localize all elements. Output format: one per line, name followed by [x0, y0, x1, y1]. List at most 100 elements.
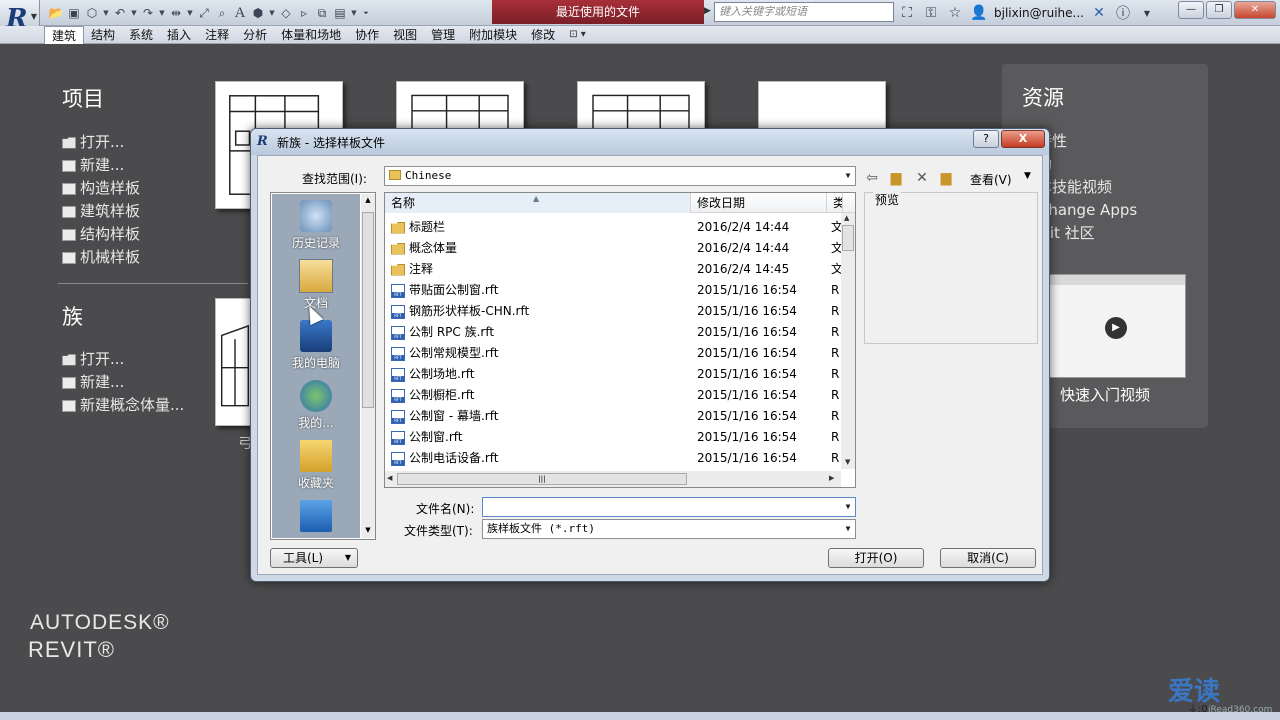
file-list-row[interactable]: 公制 RPC 族.rft 2015/1/16 16:54 R	[385, 322, 843, 343]
3d-view-icon[interactable]: ⬢	[250, 5, 266, 21]
mechanical-template-link[interactable]: 机械样板	[62, 246, 140, 269]
recent-project-thumbnail[interactable]	[396, 81, 524, 135]
switch-windows-icon[interactable]: ▤	[332, 5, 348, 21]
tab-insert[interactable]: 插入	[160, 26, 198, 44]
file-list-row[interactable]: 注释 2016/2/4 14:45 文	[385, 259, 843, 280]
scroll-right-icon[interactable]: ▶	[829, 474, 834, 482]
redo-icon[interactable]: ↷	[140, 5, 156, 21]
views-menu[interactable]: 查看(V)	[970, 171, 1012, 188]
chevron-down-icon[interactable]: ▼	[841, 520, 855, 538]
file-list-row[interactable]: 公制窗 - 幕墙.rft 2015/1/16 16:54 R	[385, 406, 843, 427]
construction-template-link[interactable]: 构造样板	[62, 177, 140, 200]
ribbon-minimize-icon[interactable]: ⊡ ▾	[562, 26, 593, 44]
place-desktop[interactable]	[272, 494, 360, 538]
new-conceptual-mass-link[interactable]: 新建概念体量...	[62, 394, 184, 417]
chevron-down-icon[interactable]: ▼	[1138, 9, 1156, 18]
structural-template-link[interactable]: 结构样板	[62, 223, 140, 246]
delete-icon[interactable]: ✕	[912, 168, 932, 188]
chevron-down-icon[interactable]: ▼	[130, 5, 138, 21]
user-name[interactable]: bjlixin@ruihe...	[994, 6, 1084, 20]
chevron-down-icon[interactable]: ▼	[350, 5, 358, 21]
filetype-dropdown[interactable]: 族样板文件 (*.rft) ▼	[482, 519, 856, 539]
back-icon[interactable]: ⇦	[862, 168, 882, 188]
binoculars-icon[interactable]: ⛶	[898, 5, 916, 21]
filename-input[interactable]: ▼	[482, 497, 856, 517]
scroll-left-icon[interactable]: ◀	[387, 474, 392, 482]
measure-icon[interactable]: ⇹	[168, 5, 184, 21]
column-header-date[interactable]: 修改日期	[691, 193, 827, 213]
text-icon[interactable]: A	[232, 5, 248, 21]
key-icon[interactable]: ⚿	[922, 5, 940, 21]
places-scrollbar[interactable]: ▲ ▼	[361, 194, 375, 538]
filter-icon[interactable]: ⏚:0	[1188, 700, 1208, 715]
tab-annotate[interactable]: 注释	[198, 26, 236, 44]
detail-icon[interactable]: ▹	[296, 5, 312, 21]
file-list-row[interactable]: 公制窗.rft 2015/1/16 16:54 R	[385, 427, 843, 448]
help-icon[interactable]: ⓘ	[1114, 3, 1132, 23]
save-icon[interactable]: ▣	[66, 5, 82, 21]
chevron-down-icon[interactable]: ▼	[186, 5, 194, 21]
family-new-link[interactable]: 新建...	[62, 371, 184, 394]
scrollbar-thumb[interactable]: |||	[397, 473, 687, 485]
cancel-button[interactable]: 取消(C)	[940, 548, 1036, 568]
minimize-button[interactable]: —	[1178, 1, 1204, 19]
tools-button[interactable]: 工具(L) ▼	[270, 548, 358, 568]
look-in-dropdown[interactable]: Chinese ▼	[384, 166, 856, 186]
chevron-down-icon[interactable]: ▼	[158, 5, 166, 21]
open-icon[interactable]: 📂	[48, 5, 64, 21]
sync-icon[interactable]: ⬡	[84, 5, 100, 21]
chevron-down-icon[interactable]: ▼	[268, 5, 276, 21]
chevron-down-icon[interactable]: ▼	[841, 167, 855, 185]
tab-addins[interactable]: 附加模块	[462, 26, 524, 44]
chevron-down-icon[interactable]: ▼	[102, 5, 110, 21]
file-list-vertical-scrollbar[interactable]: ▲	[841, 213, 855, 469]
column-header-name[interactable]: 名称 ▲	[385, 193, 691, 213]
getting-started-video-label[interactable]: 快速入门视频	[1060, 384, 1150, 405]
family-open-link[interactable]: 打开...	[62, 348, 184, 371]
file-list-row[interactable]: 公制场地.rft 2015/1/16 16:54 R	[385, 364, 843, 385]
file-list-horizontal-scrollbar[interactable]: ◀ ||| ▶	[385, 471, 841, 487]
tab-massing-site[interactable]: 体量和场地	[274, 26, 348, 44]
file-list-row[interactable]: 公制橱柜.rft 2015/1/16 16:54 R	[385, 385, 843, 406]
tab-systems[interactable]: 系统	[122, 26, 160, 44]
close-button[interactable]: ✕	[1234, 1, 1276, 19]
tab-manage[interactable]: 管理	[424, 26, 462, 44]
customize-qat-icon[interactable]: ⏷	[360, 5, 372, 21]
tab-analyze[interactable]: 分析	[236, 26, 274, 44]
scroll-down-icon[interactable]: ▼	[361, 526, 375, 534]
file-list-row[interactable]: 公制常规模型.rft 2015/1/16 16:54 R	[385, 343, 843, 364]
place-history[interactable]: 历史记录	[272, 194, 360, 254]
recent-family-thumbnail[interactable]	[215, 298, 255, 426]
file-list-row[interactable]: 概念体量 2016/2/4 14:44 文	[385, 238, 843, 259]
views-dropdown-icon[interactable]: ▼	[1024, 171, 1031, 181]
scroll-up-icon[interactable]: ▲	[844, 214, 849, 222]
recent-project-thumbnail[interactable]	[577, 81, 705, 135]
file-list-row[interactable]: 钢筋形状样板-CHN.rft 2015/1/16 16:54 R	[385, 301, 843, 322]
open-button[interactable]: 打开(O)	[828, 548, 924, 568]
scrollbar-thumb[interactable]	[842, 225, 854, 251]
tab-collaborate[interactable]: 协作	[348, 26, 386, 44]
search-expand-icon[interactable]: ▶	[704, 6, 711, 16]
scroll-up-icon[interactable]: ▲	[361, 196, 375, 204]
project-open-link[interactable]: 打开...	[62, 131, 140, 154]
search-input[interactable]: 键入关键字或短语	[714, 2, 894, 22]
tab-modify[interactable]: 修改	[524, 26, 562, 44]
play-icon[interactable]: ▶	[1105, 317, 1127, 339]
star-icon[interactable]: ☆	[946, 5, 964, 21]
tag-icon[interactable]: ⌕	[214, 5, 230, 21]
section-icon[interactable]: ◇	[278, 5, 294, 21]
place-my-computer[interactable]: 我的电脑	[272, 314, 360, 374]
new-folder-icon[interactable]: ▆	[936, 168, 956, 188]
scrollbar-thumb[interactable]	[362, 212, 374, 408]
recent-project-thumbnail[interactable]	[758, 81, 886, 131]
exchange-icon[interactable]: ✕	[1090, 5, 1108, 21]
user-icon[interactable]: 👤	[970, 5, 988, 21]
place-favorites[interactable]: 收藏夹	[272, 434, 360, 494]
column-header-type[interactable]: 类	[827, 193, 843, 213]
file-list-row[interactable]: 公制电话设备.rft 2015/1/16 16:54 R	[385, 448, 843, 469]
undo-icon[interactable]: ↶	[112, 5, 128, 21]
tab-view[interactable]: 视图	[386, 26, 424, 44]
chevron-down-icon[interactable]: ▼	[841, 498, 855, 516]
tab-structure[interactable]: 结构	[84, 26, 122, 44]
architectural-template-link[interactable]: 建筑样板	[62, 200, 140, 223]
